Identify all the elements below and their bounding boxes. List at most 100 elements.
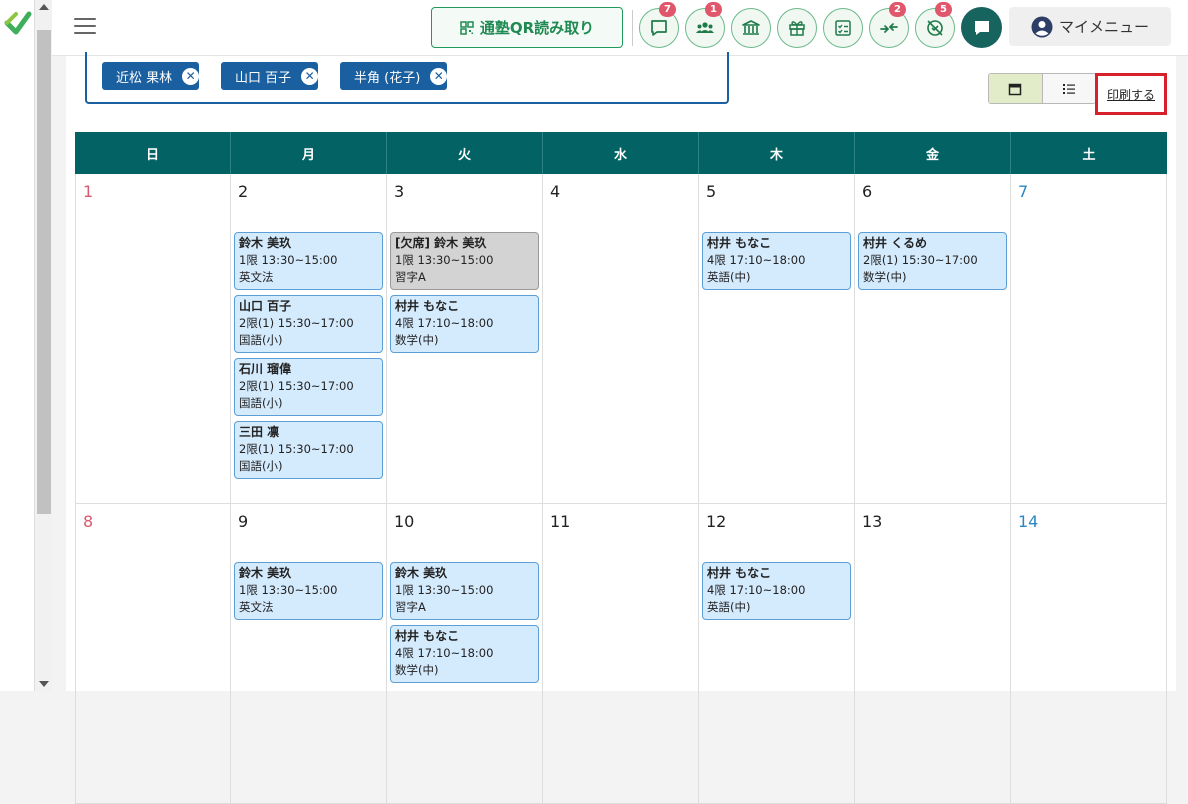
event-time: 1限 13:30~15:00 [395, 583, 494, 597]
event-subject: 国語(小) [239, 396, 283, 410]
transfer-button[interactable]: 2 [869, 2, 909, 48]
day-cell[interactable]: 2 鈴木 美玖 1限 13:30~15:00 英文法 山口 百子 2限(1) 1… [231, 174, 387, 503]
event-student: [欠席] 鈴木 美玖 [395, 236, 487, 250]
message-icon [651, 20, 667, 36]
day-cell[interactable]: 12 村井 もなこ 4限 17:10~18:00 英語(中) [699, 504, 855, 803]
event-time: 2限(1) 15:30~17:00 [863, 253, 978, 267]
day-cell[interactable]: 11 [543, 504, 699, 803]
list-view-button[interactable] [1042, 74, 1095, 103]
lesson-event[interactable]: 鈴木 美玖 1限 13:30~15:00 英文法 [234, 232, 383, 290]
scroll-down-arrow-icon[interactable] [39, 681, 49, 687]
filter-tag: 近松 果林 ✕ [102, 62, 200, 90]
lesson-event[interactable]: 鈴木 美玖 1限 13:30~15:00 習字A [390, 562, 539, 620]
students-button[interactable]: 1 [685, 2, 725, 48]
event-time: 1限 13:30~15:00 [395, 253, 494, 267]
event-student: 三田 凛 [239, 425, 280, 439]
hamburger-icon[interactable] [74, 18, 96, 34]
day-number: 14 [1018, 512, 1039, 531]
lesson-event[interactable]: 石川 瑠偉 2限(1) 15:30~17:00 国語(小) [234, 358, 383, 416]
event-subject: 英語(中) [707, 600, 751, 614]
day-number: 11 [550, 512, 571, 531]
weekday-sat: 土 [1082, 147, 1096, 163]
print-link[interactable]: 印刷する [1095, 73, 1167, 115]
school-icon [742, 20, 760, 35]
event-subject: 習字A [395, 270, 426, 284]
day-number: 13 [862, 512, 883, 531]
day-number: 12 [706, 512, 727, 531]
weekday-mon: 月 [231, 132, 387, 174]
event-subject: 英語(中) [707, 270, 751, 284]
remove-tag-icon[interactable]: ✕ [430, 67, 448, 85]
day-cell[interactable]: 5 村井 もなこ 4限 17:10~18:00 英語(中) [699, 174, 855, 503]
school-button[interactable] [731, 8, 771, 48]
calendar: 日 月 火 水 木 金 土 1 2 鈴木 美玖 1限 13:30~15:00 英… [75, 132, 1167, 804]
weekday-fri: 金 [855, 132, 1011, 174]
messages-button[interactable]: 7 [639, 2, 679, 48]
event-time: 4限 17:10~18:00 [707, 583, 806, 597]
list-icon [1062, 83, 1075, 94]
day-cell[interactable]: 9 鈴木 美玖 1限 13:30~15:00 英文法 [231, 504, 387, 803]
day-cell[interactable]: 1 [75, 174, 231, 503]
calendar-view-button[interactable] [989, 74, 1043, 103]
lesson-event[interactable]: 村井 もなこ 4限 17:10~18:00 数学(中) [390, 295, 539, 353]
event-student: 村井 もなこ [395, 299, 460, 313]
weekday-thu: 木 [699, 132, 855, 174]
checklist-button[interactable] [823, 8, 863, 48]
day-cell[interactable]: 13 [855, 504, 1011, 803]
alert-off-icon [927, 20, 943, 36]
day-cell[interactable]: 8 [75, 504, 231, 803]
chat-icon [974, 20, 989, 35]
event-subject: 英文法 [239, 270, 274, 284]
calendar-icon [1009, 83, 1022, 95]
vertical-scrollbar[interactable] [34, 0, 52, 691]
lesson-event[interactable]: 村井 もなこ 4限 17:10~18:00 数学(中) [390, 625, 539, 683]
lesson-event[interactable]: 村井 もなこ 4限 17:10~18:00 英語(中) [702, 232, 851, 290]
qr-scan-button[interactable]: 通塾QR読み取り [431, 7, 623, 48]
event-student: 鈴木 美玖 [239, 236, 292, 250]
app-logo[interactable] [3, 8, 33, 38]
my-menu-button[interactable]: マイメニュー [1009, 7, 1171, 46]
day-cell[interactable]: 7 [1011, 174, 1167, 503]
lesson-event[interactable]: 三田 凛 2限(1) 15:30~17:00 国語(小) [234, 421, 383, 479]
my-menu-label: マイメニュー [1058, 18, 1149, 36]
alerts-button[interactable]: 5 [915, 2, 955, 48]
day-cell[interactable]: 10 鈴木 美玖 1限 13:30~15:00 習字A 村井 もなこ 4限 17… [387, 504, 543, 803]
lesson-event[interactable]: 山口 百子 2限(1) 15:30~17:00 国語(小) [234, 295, 383, 353]
gift-button[interactable] [777, 8, 817, 48]
lesson-event[interactable]: 鈴木 美玖 1限 13:30~15:00 英文法 [234, 562, 383, 620]
day-cell[interactable]: 14 [1011, 504, 1167, 803]
qr-scan-label: 通塾QR読み取り [479, 19, 595, 37]
lesson-event[interactable]: 村井 もなこ 4限 17:10~18:00 英語(中) [702, 562, 851, 620]
chat-button[interactable] [961, 7, 1002, 48]
view-toggle [988, 73, 1096, 104]
day-cell[interactable]: 6 村井 くるめ 2限(1) 15:30~17:00 数学(中) [855, 174, 1011, 503]
lesson-event-absent[interactable]: [欠席] 鈴木 美玖 1限 13:30~15:00 習字A [390, 232, 539, 290]
event-subject: 数学(中) [863, 270, 907, 284]
scroll-up-arrow-icon[interactable] [39, 4, 49, 10]
filter-tag-label: 山口 百子 [235, 70, 292, 86]
filter-tag: 半角 (花子) ✕ [340, 62, 448, 90]
event-student: 村井 もなこ [395, 629, 460, 643]
event-time: 1限 13:30~15:00 [239, 583, 338, 597]
event-time: 1限 13:30~15:00 [239, 253, 338, 267]
header-divider [632, 10, 633, 46]
event-time: 4限 17:10~18:00 [707, 253, 806, 267]
gift-icon [789, 21, 805, 36]
day-number: 2 [238, 182, 249, 201]
remove-tag-icon[interactable]: ✕ [182, 67, 200, 85]
day-cell[interactable]: 4 [543, 174, 699, 503]
filter-tag: 山口 百子 ✕ [221, 62, 319, 90]
event-time: 4限 17:10~18:00 [395, 316, 494, 330]
lesson-event[interactable]: 村井 くるめ 2限(1) 15:30~17:00 数学(中) [858, 232, 1007, 290]
day-number: 9 [238, 512, 249, 531]
messages-badge: 7 [659, 2, 676, 17]
remove-tag-icon[interactable]: ✕ [301, 67, 319, 85]
qr-icon [460, 20, 474, 35]
event-time: 4限 17:10~18:00 [395, 646, 494, 660]
event-time: 2限(1) 15:30~17:00 [239, 379, 354, 393]
student-filter-box[interactable]: 近松 果林 ✕ 山口 百子 ✕ 半角 (花子) ✕ [85, 52, 729, 104]
day-cell[interactable]: 3 [欠席] 鈴木 美玖 1限 13:30~15:00 習字A 村井 もなこ 4… [387, 174, 543, 503]
event-student: 山口 百子 [239, 299, 292, 313]
event-subject: 国語(小) [239, 459, 283, 473]
scrollbar-thumb[interactable] [37, 30, 51, 514]
